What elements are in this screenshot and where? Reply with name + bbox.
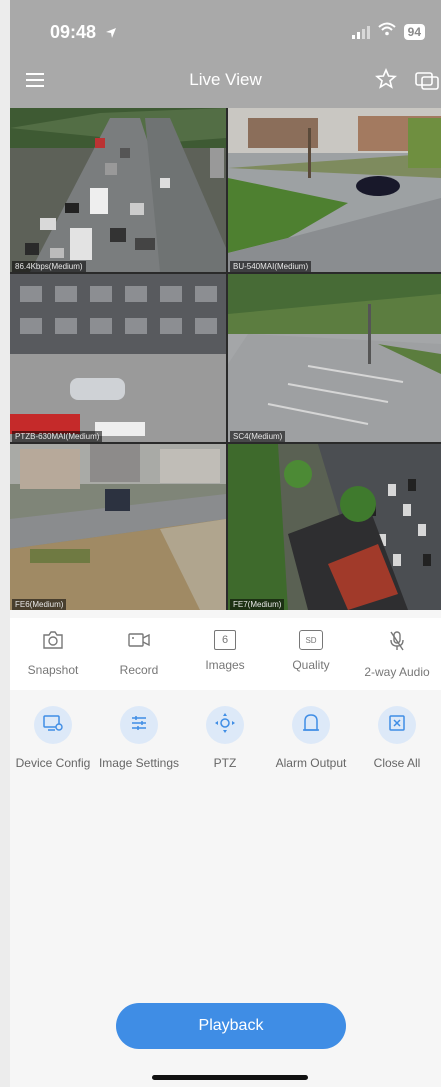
quality-icon: SD [299,630,323,650]
camera-label: 86.4Kbps(Medium) [12,261,86,272]
status-indicators: 94 [351,22,425,41]
camera-grid: 86.4Kbps(Medium) BU-540MAI(Medium) PTZB-… [10,108,441,610]
app-screen: 09:48 94 Live View 86.4Kbps(Medium) BU-5… [10,0,441,1087]
close-all-button[interactable]: Close All [354,706,440,770]
favorite-star-icon[interactable] [375,67,397,95]
header: 09:48 94 Live View [10,0,441,108]
playback-button[interactable]: Playback [116,1003,346,1049]
signal-icon [351,25,370,39]
sliders-icon [129,713,149,738]
camera-tile[interactable]: PTZB-630MAI(Medium) [10,274,226,442]
camera-label: BU-540MAI(Medium) [230,261,312,272]
device-config-button[interactable]: Device Config [10,706,96,770]
live-toolbar: Snapshot Record 6 Images SD Quality 2-wa… [10,618,441,690]
two-way-audio-button[interactable]: 2-way Audio [354,618,440,690]
images-count-icon: 6 [214,630,236,650]
battery-indicator: 94 [403,23,425,40]
camera-label: PTZB-630MAI(Medium) [12,431,103,442]
camera-tile[interactable]: SC4(Medium) [228,274,441,442]
camera-label: FE6(Medium) [12,599,67,610]
switch-view-icon[interactable] [415,70,439,95]
camera-icon [42,630,64,655]
home-indicator [152,1075,308,1080]
camera-tile[interactable]: 86.4Kbps(Medium) [10,108,226,272]
action-panel: Device Config Image Settings PTZ Alarm O… [10,706,441,770]
images-button[interactable]: 6 Images [182,618,268,690]
video-record-icon [127,630,151,655]
camera-label: FE7(Medium) [230,599,285,610]
ptz-icon [214,712,236,739]
camera-tile[interactable]: BU-540MAI(Medium) [228,108,441,272]
alarm-icon [301,712,321,739]
image-settings-button[interactable]: Image Settings [96,706,182,770]
camera-tile[interactable]: FE7(Medium) [228,444,441,610]
record-button[interactable]: Record [96,618,182,690]
wifi-icon [377,22,396,41]
status-time: 09:48 [50,22,117,44]
close-all-icon [387,713,407,738]
snapshot-button[interactable]: Snapshot [10,618,96,690]
location-arrow-icon [105,23,117,44]
ptz-button[interactable]: PTZ [182,706,268,770]
camera-tile[interactable]: FE6(Medium) [10,444,226,610]
device-config-icon [42,713,64,738]
camera-label: SC4(Medium) [230,431,286,442]
alarm-output-button[interactable]: Alarm Output [268,706,354,770]
quality-button[interactable]: SD Quality [268,618,354,690]
microphone-icon [387,630,407,657]
